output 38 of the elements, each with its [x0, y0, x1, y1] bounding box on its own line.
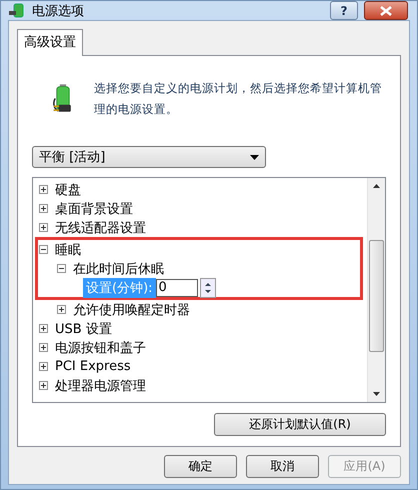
caret-icon: [250, 154, 259, 160]
expand-icon[interactable]: [39, 185, 48, 194]
tree-item[interactable]: 硬盘: [55, 180, 81, 198]
expand-icon[interactable]: [39, 324, 48, 333]
dropdown-value: 平衡 [活动]: [39, 149, 106, 166]
window-title: 电源选项: [32, 2, 84, 20]
expand-icon[interactable]: [57, 305, 66, 314]
expand-icon[interactable]: [39, 362, 48, 371]
tree-item[interactable]: 在此时间后休眠: [73, 260, 164, 278]
minutes-field[interactable]: 0: [156, 278, 198, 296]
tree-item[interactable]: 电源按钮和盖子: [55, 338, 146, 356]
expand-icon[interactable]: [39, 204, 48, 213]
tree-item[interactable]: 允许使用唤醒定时器: [73, 300, 190, 318]
tree-item[interactable]: USB 设置: [55, 320, 112, 338]
battery-plug-icon: [8, 2, 26, 20]
expand-icon[interactable]: [39, 343, 48, 352]
tree-item[interactable]: 处理器电源管理: [55, 376, 146, 394]
expand-icon[interactable]: [39, 381, 48, 390]
collapse-icon[interactable]: [39, 245, 48, 254]
tree-item[interactable]: 桌面背景设置: [55, 200, 133, 218]
scrollbar[interactable]: [367, 178, 385, 402]
plan-dropdown[interactable]: 平衡 [活动]: [32, 146, 266, 168]
scroll-thumb[interactable]: [369, 240, 384, 352]
help-button[interactable]: ?: [330, 1, 358, 20]
spinner-arrows-icon[interactable]: [200, 278, 216, 298]
tree-item[interactable]: 睡眠: [55, 240, 81, 258]
tree-item[interactable]: PCI Express: [55, 359, 131, 374]
collapse-icon[interactable]: [57, 264, 66, 273]
tree-item[interactable]: 无线适配器设置: [55, 218, 146, 236]
dialog-button[interactable]: 确定: [164, 455, 237, 478]
restore-defaults-button[interactable]: 还原计划默认值(R): [214, 413, 386, 436]
close-button[interactable]: [364, 1, 408, 20]
expand-icon[interactable]: [39, 223, 48, 232]
close-icon: [379, 6, 393, 16]
dialog-button[interactable]: 取消: [246, 455, 319, 478]
instruction-text: 选择您要自定义的电源计划，然后选择您希望计算机管理的电源设置。: [94, 80, 384, 118]
setting-label: 设置(分钟):: [83, 278, 156, 298]
tab[interactable]: 高级设置: [17, 29, 83, 56]
